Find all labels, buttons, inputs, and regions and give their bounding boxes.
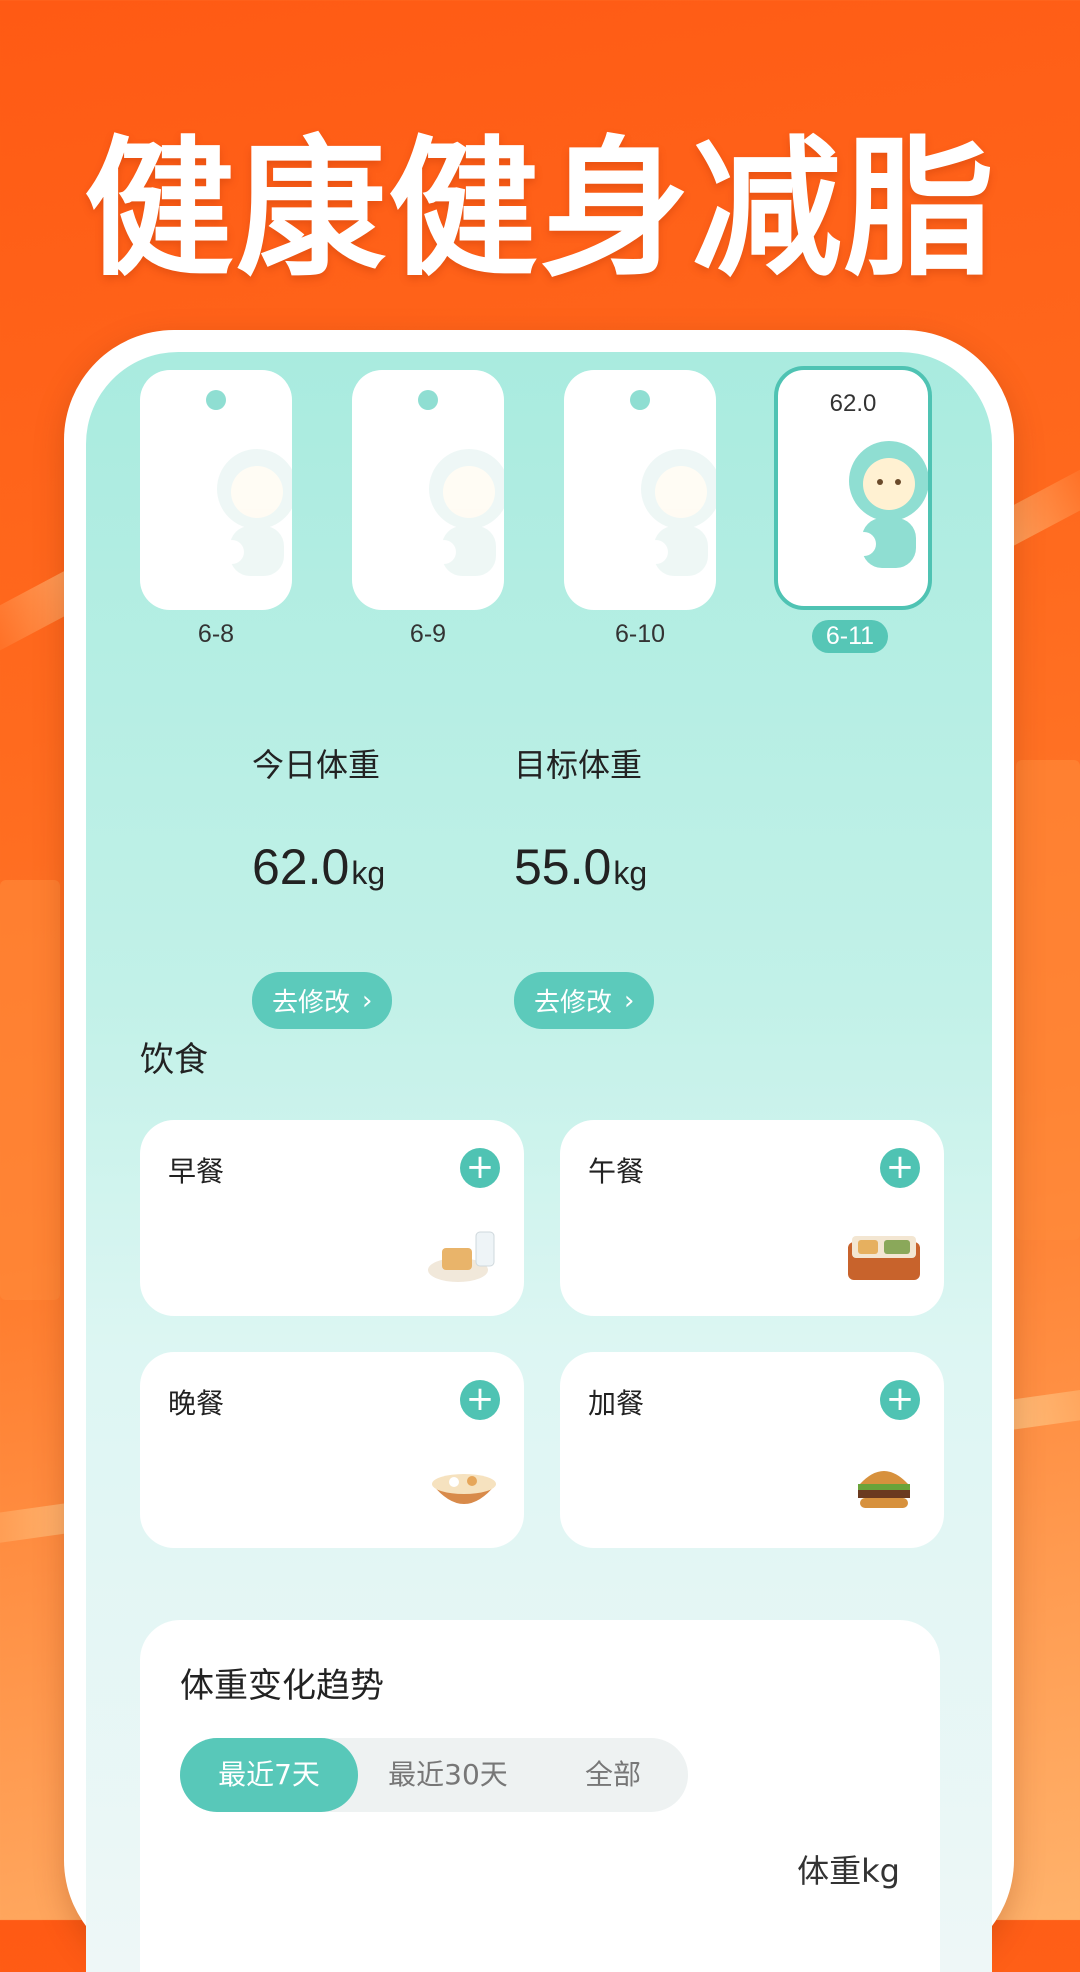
range-option-all[interactable]: 全部 <box>538 1738 688 1812</box>
add-icon[interactable]: + <box>460 1380 500 1420</box>
edit-today-weight-button[interactable]: 去修改 › <box>252 972 393 1029</box>
meal-label: 午餐 <box>588 1155 645 1188</box>
range-selector: 最近7天 最近30天 全部 <box>180 1738 688 1812</box>
chart-unit-label: 体重kg <box>797 1852 900 1890</box>
tag-date: 6-8 <box>197 620 235 648</box>
today-weight-number: 62.0 <box>252 839 350 895</box>
chevron-right-icon: › <box>362 985 373 1016</box>
edit-target-weight-button[interactable]: 去修改 › <box>514 972 655 1029</box>
burger-icon <box>858 1471 910 1508</box>
date-tag-6-10[interactable] <box>564 370 716 610</box>
range-option-7-days[interactable]: 最近7天 <box>180 1738 358 1812</box>
add-icon[interactable]: + <box>460 1148 500 1188</box>
meal-card-dinner[interactable]: 晚餐 + <box>140 1352 524 1548</box>
date-tag-6-11[interactable]: 62.0 <box>774 366 932 610</box>
lunch-box-icon <box>848 1236 920 1280</box>
chevron-right-icon: › <box>624 985 635 1016</box>
meal-card-snack[interactable]: 加餐 + <box>560 1352 944 1548</box>
edit-label: 去修改 <box>272 988 351 1018</box>
today-weight-label: 今日体重 <box>252 746 381 784</box>
date-tag-6-9[interactable] <box>352 370 504 610</box>
mascot-icon <box>849 441 928 568</box>
edit-label: 去修改 <box>534 988 613 1018</box>
dinner-bowl-icon <box>432 1474 496 1504</box>
add-icon[interactable]: + <box>880 1380 920 1420</box>
trend-title: 体重变化趋势 <box>180 1666 384 1706</box>
meal-label: 早餐 <box>168 1155 225 1188</box>
weight-unit: kg <box>351 855 386 891</box>
target-weight-number: 55.0 <box>514 839 612 895</box>
date-tag-6-8[interactable] <box>140 370 292 610</box>
weight-unit: kg <box>613 855 648 891</box>
today-weight-block: 今日体重 62.0kg 去修改 › <box>252 740 552 1029</box>
target-weight-label: 目标体重 <box>514 746 643 784</box>
bg-building <box>1016 760 1080 1240</box>
meal-label: 晚餐 <box>168 1387 225 1420</box>
tag-hole <box>418 390 438 410</box>
date-tag-row: 6-8 6-9 6-10 62.0 6-11 <box>86 352 992 672</box>
target-weight-value: 55.0kg <box>514 838 814 896</box>
mascot-icon <box>429 449 504 576</box>
mascot-icon <box>217 449 292 576</box>
tag-date: 6-10 <box>614 620 666 648</box>
mascot-icon <box>641 449 716 576</box>
tag-date-selected: 6-11 <box>774 620 926 653</box>
tag-hole <box>206 390 226 410</box>
bg-building <box>0 880 60 1300</box>
diet-section-title: 饮食 <box>140 1040 208 1080</box>
hero-title: 健康健身减脂 <box>83 123 996 297</box>
target-weight-block: 目标体重 55.0kg 去修改 › <box>514 740 814 1029</box>
meal-card-breakfast[interactable]: 早餐 + <box>140 1120 524 1316</box>
meal-label: 加餐 <box>588 1387 645 1420</box>
weight-trend-card: 体重变化趋势 最近7天 最近30天 全部 体重kg <box>140 1620 940 1972</box>
tag-weight-value: 62.0 <box>829 390 877 417</box>
add-icon[interactable]: + <box>880 1148 920 1188</box>
tag-date: 6-9 <box>409 620 447 648</box>
app-screen: 6-8 6-9 6-10 62.0 6-11 今日体重 62.0kg 去修改 ›… <box>86 352 992 1972</box>
breakfast-icon <box>428 1231 495 1282</box>
today-weight-value: 62.0kg <box>252 838 552 896</box>
range-option-30-days[interactable]: 最近30天 <box>358 1738 538 1812</box>
meal-card-lunch[interactable]: 午餐 + <box>560 1120 944 1316</box>
tag-hole <box>630 390 650 410</box>
